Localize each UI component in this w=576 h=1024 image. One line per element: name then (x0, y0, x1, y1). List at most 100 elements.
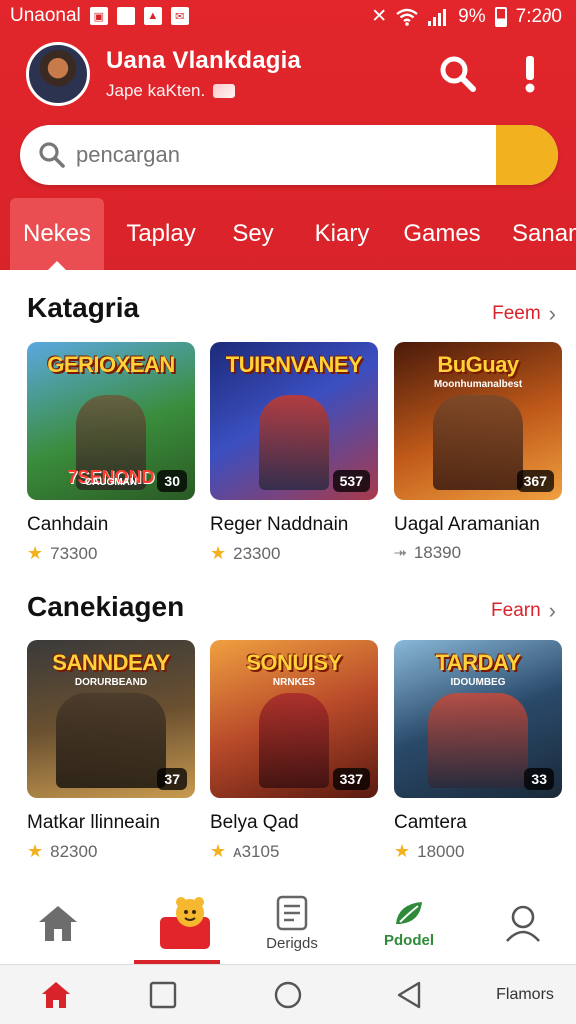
game-rating: 23300 (233, 543, 281, 563)
game-card[interactable]: TARDAY IDOUMBEG 33 Camtera ★ 18000 (394, 640, 562, 862)
character-art (259, 693, 329, 788)
section-title: Canekiagen (27, 591, 185, 622)
app-notification-icon (116, 7, 135, 25)
game-card[interactable]: SANNDEAY DORURBEAND 37 Matkar llinneain … (27, 640, 195, 862)
level-badge: 537 (332, 470, 370, 492)
section-title: Katagria (27, 292, 140, 323)
game-art-title: SONUISY (246, 650, 342, 675)
profile-block[interactable]: Uana Vlankdagia Jape kaKten. (26, 42, 301, 106)
system-navigation: Flamors (0, 964, 576, 1024)
game-art-title: SANNDEAY (52, 650, 170, 675)
back-button[interactable] (386, 965, 432, 1024)
character-art (428, 693, 528, 788)
game-thumbnail[interactable]: SANNDEAY DORURBEAND 37 (27, 640, 195, 798)
circle-icon (274, 981, 302, 1009)
badge-icon (213, 84, 236, 98)
battery-percent: 9% (458, 5, 486, 27)
game-art-tagline: NRNKES (272, 677, 316, 688)
signal-icon (428, 8, 447, 26)
status-bar: Unaonal ▣ ▲ ✉ ✕ 9% 7:2∂0 (0, 0, 576, 34)
game-name: Belya Qad (210, 812, 299, 833)
recents-button[interactable] (140, 965, 186, 1024)
tab-nekes[interactable]: Nekes (10, 198, 104, 270)
character-art (433, 395, 523, 490)
chevron-right-icon: › (548, 301, 556, 326)
sys-extra-label[interactable]: Flamors (480, 965, 570, 1024)
home-button[interactable] (264, 965, 312, 1024)
back-triangle-icon (397, 981, 421, 1009)
nav-home[interactable] (30, 882, 86, 964)
chevron-right-icon: › (548, 598, 556, 623)
game-art-title: TARDAY (435, 650, 521, 675)
star-icon: ★ (210, 543, 227, 563)
tab-sey[interactable]: Sey (222, 198, 284, 270)
level-badge: 337 (332, 768, 370, 790)
tab-kiary[interactable]: Kiary (305, 198, 379, 270)
square-icon (149, 981, 177, 1009)
nav-label: Derigds (266, 934, 318, 952)
profile-name: Uana Vlankdagia (106, 47, 302, 74)
search-input[interactable] (76, 125, 496, 185)
nav-documents[interactable]: Derigds (252, 882, 332, 964)
level-badge: 37 (157, 768, 187, 790)
leaf-icon (396, 901, 422, 924)
sys-home-button[interactable] (30, 965, 82, 1024)
tab-games[interactable]: Games (398, 198, 486, 270)
profile-icon (506, 905, 540, 942)
game-card[interactable]: TUIRNVANEY 537 Reger Naddnain ★ 23300 (210, 342, 378, 564)
game-name: Camtera (394, 812, 467, 833)
document-icon (276, 895, 308, 930)
nav-pdodel[interactable]: Pdodel (374, 882, 444, 964)
character-art (56, 693, 166, 788)
star-icon: ★ (394, 841, 411, 861)
game-name: Reger Naddnain (210, 514, 349, 535)
alert-icon[interactable] (518, 54, 542, 94)
category-tabs: Nekes Taрlay Sey Kiary Games Sanan (0, 198, 576, 270)
tab-sanan[interactable]: Sanan (506, 198, 576, 270)
tab-taplay[interactable]: Taрlay (120, 198, 202, 270)
level-badge: 30 (157, 470, 187, 492)
avatar[interactable] (26, 42, 90, 106)
game-thumbnail[interactable]: BuGuay Moonhumanalbest 367 (394, 342, 562, 500)
character-art (259, 395, 329, 490)
carrier-label: Unaonal (10, 5, 81, 26)
home-icon (42, 982, 70, 1008)
game-card[interactable]: GERIOXEAN 7SENOND CAUGMAN 30 Canhdain ★ 7… (27, 342, 195, 564)
game-thumbnail[interactable]: GERIOXEAN 7SENOND CAUGMAN 30 (27, 342, 195, 500)
star-icon: ★ (210, 841, 227, 861)
game-thumbnail[interactable]: TUIRNVANEY 537 (210, 342, 378, 500)
game-thumbnail[interactable]: TARDAY IDOUMBEG 33 (394, 640, 562, 798)
game-rating: 18000 (417, 841, 465, 861)
see-all-link[interactable]: Feem › (492, 301, 556, 327)
game-rating: ᴀ3105 (233, 841, 280, 861)
search-input-icon (39, 142, 65, 168)
game-name: Matkar llinneain (27, 812, 161, 833)
mascot-icon (160, 897, 210, 949)
nav-featured[interactable] (150, 882, 220, 964)
notification-icon: ▣ (89, 7, 108, 25)
game-card[interactable]: BuGuay Moonhumanalbest 367 Uagal Aramani… (394, 342, 562, 563)
game-art-title: GERIOXEAN (47, 352, 175, 377)
message-icon: ✉ (170, 7, 189, 25)
see-all-link[interactable]: Fearn › (491, 598, 556, 624)
game-rating: 82300 (50, 841, 98, 861)
search-submit-button[interactable] (496, 125, 558, 185)
bottom-navigation: Derigds Pdodel (0, 882, 576, 964)
search-icon[interactable] (438, 54, 478, 94)
star-icon: ★ (27, 841, 44, 861)
game-name: Uagal Aramanian (394, 514, 540, 535)
game-thumbnail[interactable]: SONUISY NRNKES 337 (210, 640, 378, 798)
search-bar[interactable] (20, 125, 558, 185)
nav-label: Pdodel (383, 931, 434, 949)
home-icon (39, 906, 77, 941)
level-badge: 367 (516, 470, 554, 492)
upload-icon: ▲ (143, 7, 162, 25)
game-art-tagline: DORURBEAND (74, 677, 148, 688)
rank-icon: ⯮ (394, 544, 407, 561)
game-art-title: TUIRNVANEY (225, 352, 363, 377)
game-rating: 18390 (413, 543, 462, 562)
nav-profile[interactable] (496, 882, 550, 964)
star-icon: ★ (27, 543, 44, 563)
level-badge: 33 (524, 768, 554, 790)
game-card[interactable]: SONUISY NRNKES 337 Belya Qad ★ ᴀ3105 (210, 640, 378, 862)
